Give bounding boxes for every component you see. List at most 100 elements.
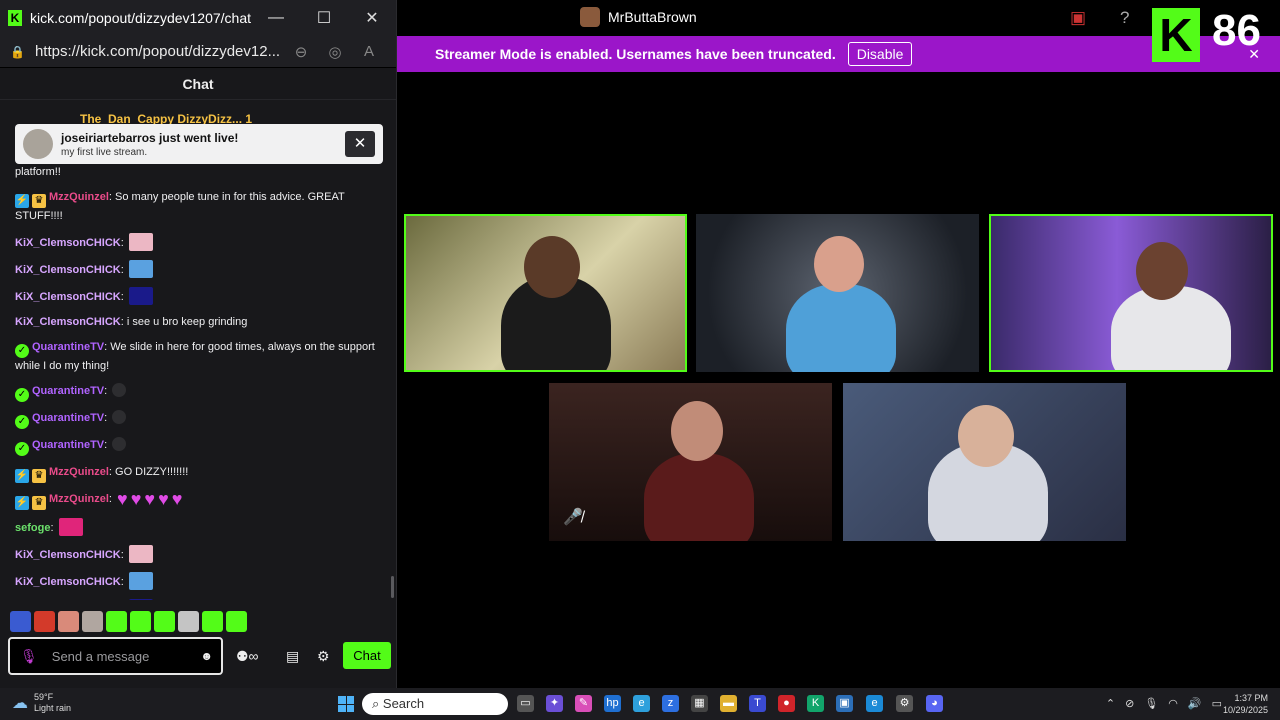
video-tile-guest-2[interactable]	[696, 214, 979, 372]
disable-streamer-mode-button[interactable]: Disable	[847, 42, 913, 66]
minimize-button[interactable]: —	[252, 9, 300, 27]
quick-emote-button[interactable]	[34, 611, 55, 632]
chat-username[interactable]: KiX_ClemsonCHICK	[15, 316, 121, 328]
chat-username[interactable]: QuarantineTV	[32, 412, 104, 424]
chat-emote[interactable]	[112, 437, 127, 451]
quick-emote-button[interactable]	[106, 611, 127, 632]
live-notification-toast[interactable]: joseiriartebarros just went live! my fir…	[15, 124, 383, 164]
chat-username[interactable]: MzzQuinzel	[49, 466, 109, 478]
toast-close-button[interactable]: ✕	[345, 131, 375, 157]
chat-message[interactable]: ⚡ ♛ MzzQuinzel: ♥♥♥♥♥	[15, 490, 384, 510]
send-chat-button[interactable]: Chat	[343, 642, 391, 669]
chat-username[interactable]: KiX_ClemsonCHICK	[15, 549, 121, 561]
settings-gear-icon[interactable]: ⚙	[317, 648, 330, 665]
emoji-picker-icon[interactable]: ☻	[200, 649, 213, 663]
address-bar[interactable]: 🔒 https://kick.com/popout/dizzydev12... …	[0, 36, 396, 68]
chat-username[interactable]: MzzQuinzel	[49, 493, 109, 505]
chat-emote[interactable]	[112, 410, 127, 424]
microphone-tray-icon[interactable]: 🎙	[1144, 697, 1158, 710]
chat-emote[interactable]	[128, 599, 153, 600]
chat-username[interactable]: MzzQuinzel	[49, 191, 109, 203]
chat-emote[interactable]: ♥♥♥♥♥	[117, 490, 182, 509]
quick-emote-button[interactable]	[130, 611, 151, 632]
quick-emote-button[interactable]	[178, 611, 199, 632]
chat-message[interactable]: KiX_ClemsonCHICK:	[15, 545, 384, 564]
help-icon[interactable]: ?	[1120, 8, 1129, 28]
quick-emote-button[interactable]	[154, 611, 175, 632]
edge-browser-icon[interactable]: e	[866, 695, 883, 712]
store-icon[interactable]: ▤	[286, 648, 299, 665]
chevron-up-icon[interactable]: ⌃	[1106, 697, 1115, 710]
paint-icon[interactable]: ✎	[575, 695, 592, 712]
chat-username[interactable]: sefoge	[15, 522, 50, 534]
maximize-button[interactable]: ☐	[300, 8, 348, 28]
task-view-icon[interactable]: ▭	[517, 695, 534, 712]
wifi-icon[interactable]: ◠	[1168, 697, 1178, 710]
chat-message[interactable]: KiX_ClemsonCHICK:	[15, 572, 384, 591]
chat-message[interactable]: KiX_ClemsonCHICK:	[15, 233, 384, 252]
maps-pin-icon[interactable]: ●	[778, 695, 795, 712]
chat-username[interactable]: QuarantineTV	[32, 439, 104, 451]
chat-emote[interactable]	[128, 545, 153, 563]
chat-message[interactable]: ✓ QuarantineTV:	[15, 383, 384, 402]
chat-message[interactable]: ✓ QuarantineTV: We slide in here for good…	[15, 339, 384, 375]
quick-emote-button[interactable]	[10, 611, 31, 632]
chat-message[interactable]: ⚡ ♛ MzzQuinzel: GO DIZZY!!!!!!!	[15, 464, 384, 483]
chat-username[interactable]: QuarantineTV	[32, 385, 104, 397]
screenshot-icon[interactable]: ▣	[836, 695, 853, 712]
video-tile-guest-1[interactable]	[404, 214, 687, 372]
chat-emote[interactable]	[128, 287, 153, 305]
chat-emote[interactable]	[58, 518, 83, 536]
quick-emote-button[interactable]	[202, 611, 223, 632]
close-window-button[interactable]: ✕	[348, 8, 396, 28]
kicks-icon[interactable]: ⚉∞	[236, 648, 259, 665]
chat-message[interactable]: ✓ QuarantineTV:	[15, 410, 384, 429]
settings-icon[interactable]: ⚙	[896, 695, 913, 712]
discord-icon[interactable]: ◕	[926, 695, 943, 712]
weather-widget[interactable]: ☁ 59°F Light rain	[12, 692, 71, 714]
chat-message-list[interactable]: platform!! ⚡ ♛ MzzQuinzel: So many people t…	[0, 164, 392, 600]
chat-message[interactable]: platform!!	[15, 164, 384, 181]
screen-share-icon[interactable]: ▣	[1070, 8, 1086, 28]
edge-beta-icon[interactable]: e	[633, 695, 650, 712]
system-clock[interactable]: 1:37 PM 10/29/2025	[1223, 692, 1268, 716]
chat-message[interactable]: ✓ QuarantineTV:	[15, 437, 384, 456]
volume-icon[interactable]: 🔊	[1188, 697, 1202, 710]
chat-message[interactable]: KiX_ClemsonCHICK:	[15, 260, 384, 279]
chat-emote[interactable]	[128, 572, 153, 590]
message-composer[interactable]: 🎙 ☻	[8, 637, 223, 675]
network-icon[interactable]: ⊘	[1125, 697, 1134, 710]
chat-username[interactable]: KiX_ClemsonCHICK	[15, 237, 121, 249]
zoom-icon[interactable]: ⊖	[284, 43, 318, 61]
quick-emote-button[interactable]	[226, 611, 247, 632]
file-explorer-icon[interactable]: ▬	[720, 695, 737, 712]
message-input[interactable]	[51, 648, 182, 664]
chat-username[interactable]: KiX_ClemsonCHICK	[15, 291, 121, 303]
lock-icon[interactable]: 🔒	[10, 45, 25, 59]
chat-scrollbar[interactable]	[391, 576, 394, 598]
teams-icon[interactable]: T	[749, 695, 766, 712]
url-text[interactable]: https://kick.com/popout/dizzydev12...	[35, 43, 284, 60]
read-aloud-icon[interactable]: A	[352, 43, 386, 60]
microphone-icon[interactable]: 🎙	[20, 648, 38, 665]
quick-emote-button[interactable]	[82, 611, 103, 632]
chat-username[interactable]: KiX_ClemsonCHICK	[15, 576, 121, 588]
chat-message[interactable]: KiX_ClemsonCHICK: i see u bro keep grind…	[15, 314, 384, 331]
taskbar-search[interactable]: ⌕ Search	[362, 693, 508, 715]
video-tile-guest-5[interactable]	[843, 383, 1126, 541]
video-tile-guest-3[interactable]	[989, 214, 1273, 372]
hp-icon[interactable]: hp	[604, 695, 621, 712]
windows-start-icon[interactable]	[338, 696, 354, 712]
kick-app-icon[interactable]: K	[807, 695, 824, 712]
store-app-icon[interactable]: ▦	[691, 695, 708, 712]
zoom-app-icon[interactable]: z	[662, 695, 679, 712]
copilot-icon[interactable]: ✦	[546, 695, 563, 712]
chat-message[interactable]: ⚡ ♛ MzzQuinzel: So many people tune in for…	[15, 189, 384, 225]
chat-username[interactable]: QuarantineTV	[32, 341, 104, 353]
chat-message[interactable]: KiX_ClemsonCHICK:	[15, 599, 384, 600]
tracking-prevention-icon[interactable]: ◎	[318, 43, 352, 61]
quick-emote-button[interactable]	[58, 611, 79, 632]
chat-username[interactable]: KiX_ClemsonCHICK	[15, 264, 121, 276]
chat-emote[interactable]	[128, 260, 153, 278]
chat-message[interactable]: KiX_ClemsonCHICK:	[15, 287, 384, 306]
